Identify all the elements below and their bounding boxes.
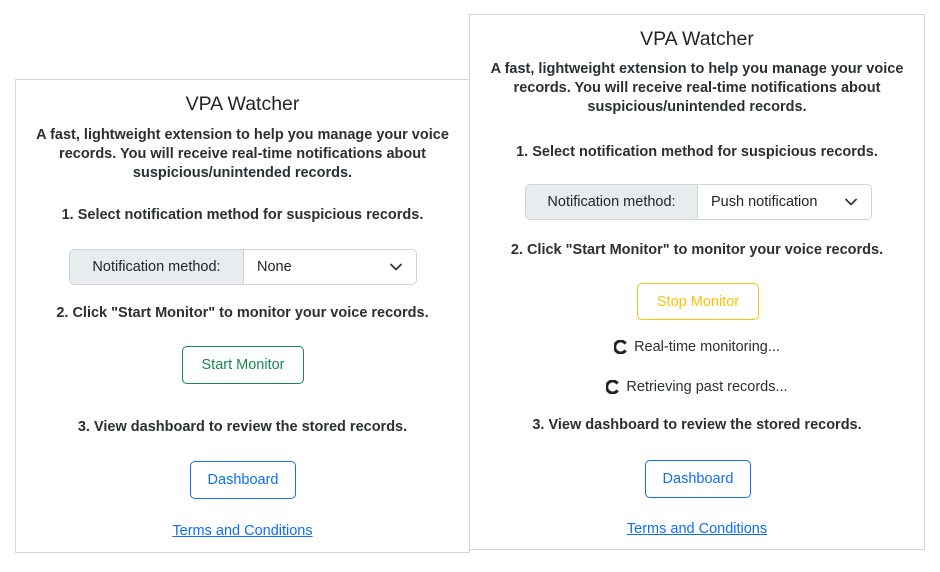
realtime-status: Real-time monitoring...	[470, 339, 924, 355]
step-3-text: 3. View dashboard to review the stored r…	[532, 417, 862, 433]
step-2-text: 2. Click "Start Monitor" to monitor your…	[56, 305, 429, 321]
step-2-text: 2. Click "Start Monitor" to monitor your…	[510, 242, 884, 258]
step-1-text: 1. Select notification method for suspic…	[61, 207, 424, 223]
step-1-text: 1. Select notification method for suspic…	[516, 144, 878, 160]
extension-popup-left: VPA Watcher A fast, lightweight extensio…	[15, 79, 470, 553]
notification-method-label: Notification method:	[70, 250, 244, 284]
app-title: VPA Watcher	[640, 28, 754, 50]
terms-link[interactable]: Terms and Conditions	[627, 521, 767, 537]
notification-method-select[interactable]: None	[244, 250, 416, 284]
start-monitor-button[interactable]: Start Monitor	[182, 346, 304, 384]
spinner-icon	[606, 380, 620, 394]
stop-monitor-button[interactable]: Stop Monitor	[637, 283, 759, 320]
dashboard-button[interactable]: Dashboard	[190, 461, 296, 499]
terms-row: Terms and Conditions	[470, 520, 924, 538]
terms-row: Terms and Conditions	[16, 522, 469, 540]
spinner-icon	[614, 340, 627, 354]
step-3-text: 3. View dashboard to review the stored r…	[77, 419, 408, 435]
notification-method-select[interactable]: Push notification	[698, 185, 871, 219]
realtime-status-text: Real-time monitoring...	[634, 339, 780, 355]
dashboard-button[interactable]: Dashboard	[645, 460, 751, 498]
chevron-down-icon	[390, 263, 402, 271]
notification-method-value: Push notification	[711, 194, 818, 210]
chevron-down-icon	[845, 198, 857, 206]
app-title: VPA Watcher	[185, 93, 300, 115]
terms-link[interactable]: Terms and Conditions	[172, 523, 312, 539]
app-description: A fast, lightweight extension to help yo…	[490, 61, 904, 115]
notification-method-label: Notification method:	[526, 185, 698, 219]
past-records-status: Retrieving past records...	[470, 379, 924, 395]
notification-method-group: Notification method: None	[69, 249, 417, 285]
notification-method-group: Notification method: Push notification	[525, 184, 872, 220]
past-records-status-text: Retrieving past records...	[626, 379, 788, 395]
extension-popup-right: VPA Watcher A fast, lightweight extensio…	[469, 14, 925, 550]
app-description: A fast, lightweight extension to help yo…	[36, 127, 449, 181]
notification-method-value: None	[257, 259, 292, 275]
